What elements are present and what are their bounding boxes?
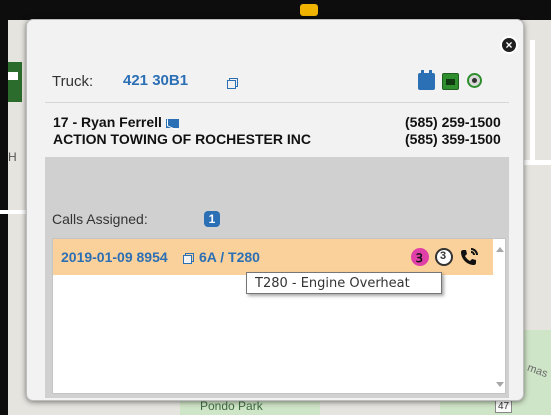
left-edge (0, 0, 8, 415)
wheel-icon[interactable] (467, 73, 484, 90)
driver-name: 17 - Ryan Ferrell (53, 114, 179, 130)
truck-header: Truck: 421 30B1 (45, 44, 509, 103)
external-link-icon[interactable] (227, 78, 238, 89)
phone-primary: (585) 259-1500 (405, 114, 501, 130)
calls-list[interactable]: 2019-01-09 8954 6A / T280 Ꝫ 3 (52, 238, 506, 394)
driver-info: 17 - Ryan Ferrell ACTION TOWING OF ROCHE… (45, 102, 509, 158)
call-list-item[interactable]: 2019-01-09 8954 6A / T280 Ꝫ 3 (53, 239, 493, 275)
calls-assigned-label: Calls Assigned: (52, 211, 148, 227)
truck-id-link[interactable]: 421 30B1 (123, 72, 188, 89)
scroll-down-arrow[interactable] (496, 382, 504, 387)
tow-truck-icon[interactable] (442, 73, 459, 90)
section-divider (45, 157, 509, 187)
map-road (530, 40, 535, 160)
map-road-number: 47 (495, 400, 513, 413)
map-white-mark (8, 72, 18, 80)
phone-call-icon[interactable] (459, 247, 479, 267)
external-link-icon[interactable] (183, 253, 194, 264)
scroll-up-arrow[interactable] (496, 247, 504, 252)
battery-icon[interactable] (418, 70, 435, 90)
company-name: ACTION TOWING OF ROCHESTER INC (53, 131, 311, 147)
map-green-area (8, 62, 22, 102)
phone-secondary: (585) 359-1500 (405, 131, 501, 147)
calls-count-badge: 1 (204, 211, 220, 227)
enroute-status-icon[interactable]: 3 (435, 248, 453, 266)
call-code[interactable]: 6A / T280 (199, 249, 260, 265)
dispatch-status-icon[interactable]: Ꝫ (411, 248, 429, 266)
map-label: H (8, 150, 17, 164)
close-circle-icon[interactable]: × (500, 36, 518, 54)
vehicle-marker-icon[interactable] (300, 4, 318, 16)
map-park-label: Pondo Park (200, 399, 263, 413)
top-bar (0, 0, 551, 20)
call-tooltip: T280 - Engine Overheat (246, 272, 442, 294)
truck-label: Truck: (52, 73, 94, 90)
truck-info-popup: Truck: 421 30B1 17 - Ryan Ferrell ACTION… (26, 19, 524, 401)
map-road (520, 160, 551, 165)
envelope-icon[interactable] (165, 118, 179, 128)
call-id-link[interactable]: 2019-01-09 8954 (61, 249, 168, 265)
